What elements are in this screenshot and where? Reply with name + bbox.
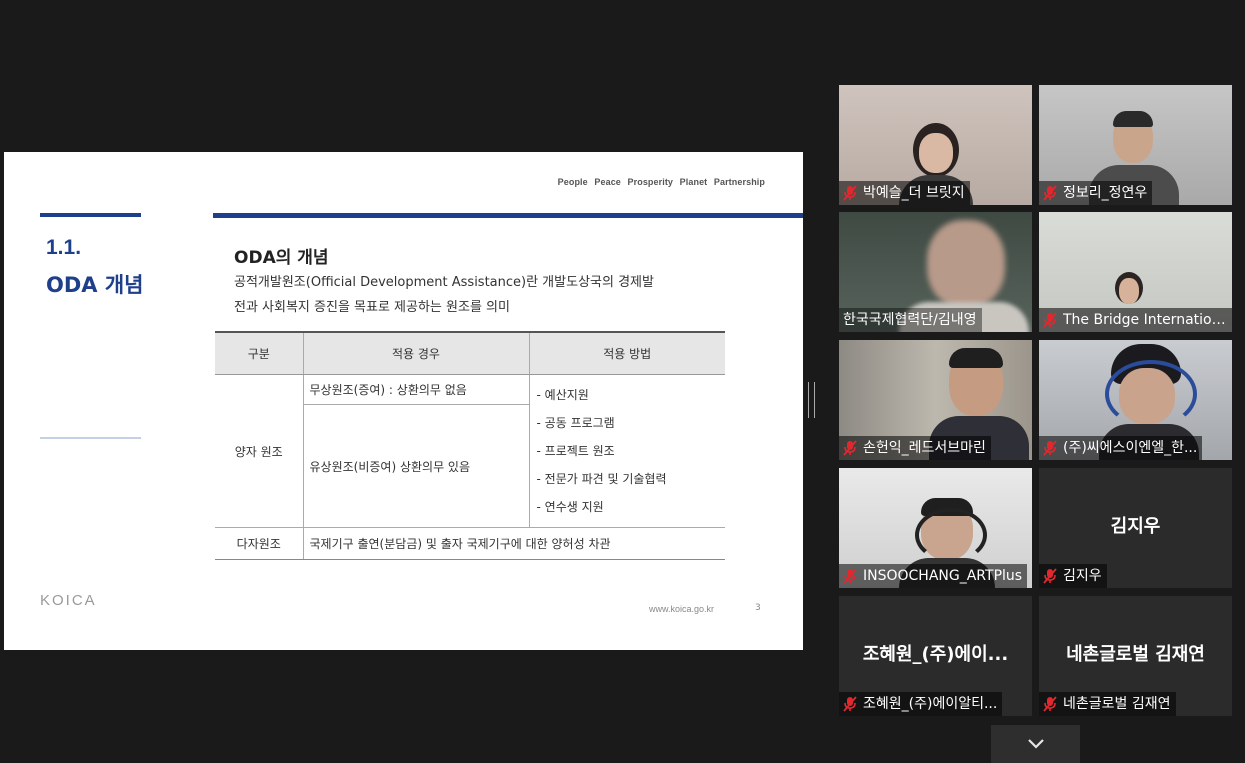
mic-off-icon [843,568,857,584]
table-row: 양자 원조 무상원조(증여) : 상환의무 없음 예산지원 공동 프로그램 프로… [215,374,725,528]
mic-off-icon [843,440,857,456]
multilateral-desc: 국제기구 출연(분담금) 및 출자 국제기구에 대한 양허성 차관 [302,527,725,560]
mic-off-icon [1043,185,1057,201]
section-title: ODA 개념 [46,273,144,297]
shared-slide: People Peace Prosperity Planet Partnersh… [4,152,803,650]
participant-name-label: 정보리_정연우 [1039,181,1153,205]
participant-hair [949,348,1003,368]
table-header: 적용 방법 [528,331,725,375]
participant-name-label: 조혜원_(주)에이알티... [839,692,1003,716]
participant-name-label: 한국국제협력단/김내영 [839,308,982,332]
participant-face [919,133,953,173]
participant-center-name: 조혜원_(주)에이... [862,644,1009,665]
participant-face [1119,278,1139,304]
mic-off-icon [843,696,857,712]
table-header-row: 구분 적용 경우 적용 방법 [215,331,725,375]
list-item: 공동 프로그램 [537,409,720,437]
mic-off-icon [1043,312,1057,328]
list-item: 연수생 지원 [537,493,720,521]
gallery-scroll-down-button[interactable] [991,725,1080,763]
participant-name-label: 손헌익_레드서브마린 [839,436,991,460]
mic-off-icon [1043,440,1057,456]
participant-name-label: 박예슬_더 브릿지 [839,181,970,205]
participant-hair [1113,111,1153,127]
list-item: 전문가 파견 및 기술협력 [537,465,720,493]
section-number: 1.1. [46,236,82,259]
participant-tile[interactable]: 손헌익_레드서브마린 [839,340,1032,460]
panel-resize-handle[interactable] [808,382,815,418]
slide-left-accent-bar [40,213,141,217]
slide-heading: ODA의 개념 [234,248,329,268]
headset-icon [1105,360,1197,428]
slide-url: www.koica.go.kr [649,604,715,614]
koica-logo: KOICA [40,592,97,609]
chevron-down-icon [1027,739,1044,749]
bilateral-label: 양자 원조 [215,374,303,528]
participant-name-label: (주)씨에스이엔엘_한... [1039,436,1203,460]
participant-name-label: 김지우 [1039,564,1107,588]
headset-icon [915,508,987,562]
list-item: 예산지원 [537,381,720,409]
participant-tile[interactable]: The Bridge International [1039,212,1232,332]
participant-tile-active-speaker[interactable]: 한국국제협력단/김내영 [839,212,1032,332]
bilateral-loan: 유상원조(비증여) 상환의무 있음 [302,404,529,528]
slide-tagline: People Peace Prosperity Planet Partnersh… [557,177,765,187]
multilateral-label: 다자원조 [215,527,303,560]
participant-center-name: 네촌글로벌 김재연 [1066,644,1205,665]
participant-face-blurred [927,220,1005,308]
participant-center-name: 김지우 [1110,516,1161,537]
participant-name-label: 네촌글로벌 김재연 [1039,692,1176,716]
participant-name-label: INSOOCHANG_ARTPlus [839,564,1028,588]
participant-tile[interactable]: 네촌글로벌 김재연 네촌글로벌 김재연 [1039,596,1232,716]
participant-tile[interactable]: INSOOCHANG_ARTPlus [839,468,1032,588]
table-header: 구분 [215,331,303,375]
oda-table: 구분 적용 경우 적용 방법 양자 원조 무상원조(증여) : 상환의무 없음 … [215,331,725,560]
table-row: 다자원조 국제기구 출연(분담금) 및 출자 국제기구에 대한 양허성 차관 [215,527,725,560]
aid-methods-list: 예산지원 공동 프로그램 프로젝트 원조 전문가 파견 및 기술협력 연수생 지… [528,374,725,528]
slide-top-accent-bar [213,213,803,218]
participant-tile[interactable]: 박예슬_더 브릿지 [839,85,1032,205]
slide-left-divider [40,437,141,439]
participant-tile[interactable]: 조혜원_(주)에이... 조혜원_(주)에이알티... [839,596,1032,716]
bilateral-grant: 무상원조(증여) : 상환의무 없음 [302,374,529,406]
participant-tile[interactable]: 정보리_정연우 [1039,85,1232,205]
table-header: 적용 경우 [302,331,529,375]
slide-description: 공적개발원조(Official Development Assistance)란… [234,275,654,315]
list-item: 프로젝트 원조 [537,437,720,465]
mic-off-icon [1043,696,1057,712]
mic-off-icon [1043,568,1057,584]
slide-page-number: 3 [755,603,761,613]
participant-tile[interactable]: 김지우 김지우 [1039,468,1232,588]
participant-tile[interactable]: (주)씨에스이엔엘_한... [1039,340,1232,460]
mic-off-icon [843,185,857,201]
participant-name-label: The Bridge International [1039,308,1232,332]
